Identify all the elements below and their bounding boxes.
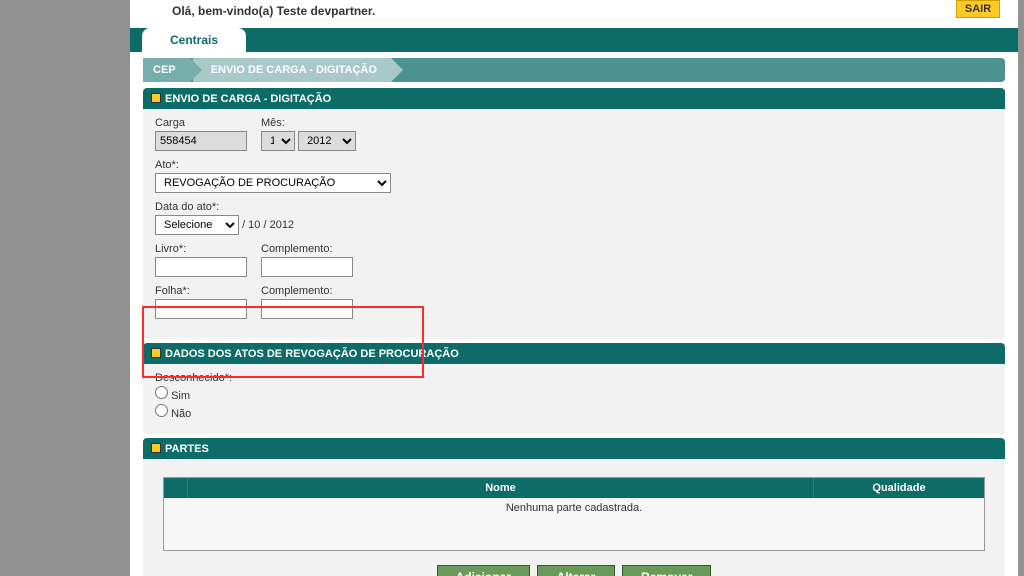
partes-grid: Nome Qualidade Nenhuma parte cadastrada. <box>163 477 985 551</box>
panel-marker-icon <box>151 443 161 453</box>
desconhecido-label: Desconhecido*: <box>155 372 993 384</box>
breadcrumb-cep[interactable]: CEP <box>143 58 190 82</box>
adicionar-button[interactable]: Adicionar <box>437 565 530 576</box>
logout-button[interactable]: SAIR <box>956 0 1000 18</box>
panel-marker-icon <box>151 348 161 358</box>
compl1-label: Complemento: <box>261 243 353 255</box>
welcome-text: Olá, bem-vindo(a) Teste devpartner. <box>172 4 375 18</box>
mes-label: Mês: <box>261 117 356 129</box>
panel-dados-title: DADOS DOS ATOS DE REVOGAÇÃO DE PROCURAÇÃ… <box>165 348 459 360</box>
folha-label: Folha*: <box>155 285 247 297</box>
panel-marker-icon <box>151 93 161 103</box>
panel-partes: PARTES Nome Qualidade Nenhuma parte cada… <box>143 438 1005 576</box>
livro-input[interactable] <box>155 257 247 277</box>
dataato-label: Data do ato*: <box>155 201 993 213</box>
remover-button[interactable]: Remover <box>622 565 711 576</box>
panel-partes-title: PARTES <box>165 443 209 455</box>
mes-select[interactable]: 10 <box>261 131 295 151</box>
radio-nao[interactable] <box>155 404 168 417</box>
radio-nao-label[interactable]: Não <box>155 404 983 420</box>
panel-envio-header: ENVIO DE CARGA - DIGITAÇÃO <box>143 88 1005 109</box>
radio-sim[interactable] <box>155 386 168 399</box>
grid-select-col[interactable] <box>164 478 188 498</box>
breadcrumb: CEP ENVIO DE CARGA - DIGITAÇÃO <box>143 58 1005 82</box>
panel-dados-header: DADOS DOS ATOS DE REVOGAÇÃO DE PROCURAÇÃ… <box>143 343 1005 364</box>
panel-partes-header: PARTES <box>143 438 1005 459</box>
compl2-label: Complemento: <box>261 285 353 297</box>
tab-strip: Centrais <box>130 28 1018 52</box>
breadcrumb-envio[interactable]: ENVIO DE CARGA - DIGITAÇÃO <box>193 58 391 82</box>
ano-select[interactable]: 2012 <box>298 131 356 151</box>
grid-col-nome[interactable]: Nome <box>188 478 814 498</box>
ato-select[interactable]: REVOGAÇÃO DE PROCURAÇÃO <box>155 173 391 193</box>
header-bar: Olá, bem-vindo(a) Teste devpartner. SAIR <box>130 0 1018 28</box>
dataato-select[interactable]: Selecione <box>155 215 239 235</box>
livro-label: Livro*: <box>155 243 247 255</box>
carga-input[interactable] <box>155 131 247 151</box>
tab-centrais[interactable]: Centrais <box>142 28 246 52</box>
dataato-suffix: / 10 / 2012 <box>242 219 294 231</box>
grid-empty-text: Nenhuma parte cadastrada. <box>164 498 984 550</box>
folha-input[interactable] <box>155 299 247 319</box>
radio-sim-label[interactable]: Sim <box>155 386 983 402</box>
panel-dados-revogacao: DADOS DOS ATOS DE REVOGAÇÃO DE PROCURAÇÃ… <box>143 343 1005 434</box>
carga-label: Carga <box>155 117 247 129</box>
alterar-button[interactable]: Alterar <box>537 565 615 576</box>
ato-label: Ato*: <box>155 159 993 171</box>
panel-envio-title: ENVIO DE CARGA - DIGITAÇÃO <box>165 93 331 105</box>
compl2-input[interactable] <box>261 299 353 319</box>
compl1-input[interactable] <box>261 257 353 277</box>
panel-envio-carga: ENVIO DE CARGA - DIGITAÇÃO Carga Mês: 10… <box>143 88 1005 339</box>
grid-col-qualidade[interactable]: Qualidade <box>814 478 984 498</box>
